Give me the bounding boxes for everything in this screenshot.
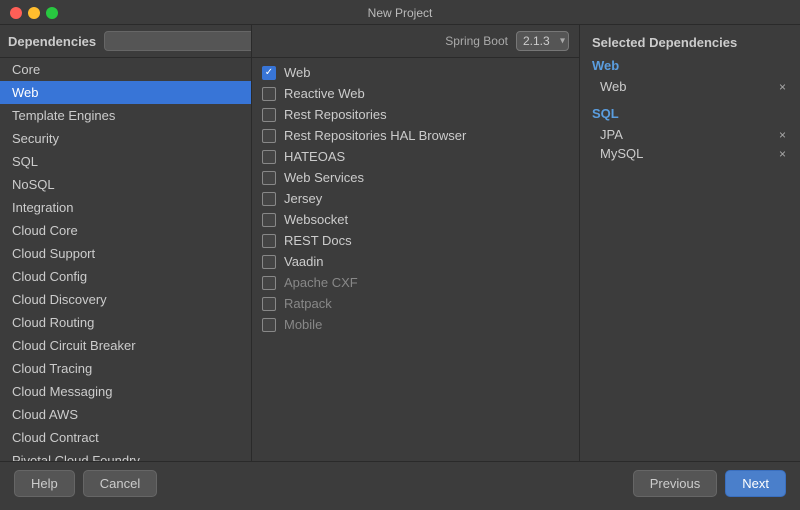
sidebar-item[interactable]: Cloud Tracing [0, 357, 251, 380]
previous-button[interactable]: Previous [633, 470, 718, 497]
dep-label: Vaadin [284, 254, 324, 269]
dep-checkbox[interactable] [262, 276, 276, 290]
spring-boot-version-wrapper: 2.1.3 2.1.2 2.0.9 [516, 31, 569, 51]
dep-checkbox[interactable] [262, 192, 276, 206]
sidebar-header: Dependencies [0, 25, 251, 58]
dep-label: Reactive Web [284, 86, 365, 101]
sidebar-item[interactable]: SQL [0, 150, 251, 173]
dependency-item[interactable]: Websocket [252, 209, 579, 230]
dep-checkbox[interactable] [262, 171, 276, 185]
dep-label: HATEOAS [284, 149, 345, 164]
dependency-item[interactable]: Apache CXF [252, 272, 579, 293]
selected-item-label: Web [600, 79, 627, 94]
selected-group: Web Web × [592, 58, 788, 96]
remove-dependency-button[interactable]: × [777, 147, 788, 161]
selected-item-row: MySQL × [592, 144, 788, 163]
main-content: Dependencies CoreWebTemplate EnginesSecu… [0, 25, 800, 461]
dep-label: Rest Repositories HAL Browser [284, 128, 466, 143]
dependency-item[interactable]: Reactive Web [252, 83, 579, 104]
sidebar-item[interactable]: Cloud Routing [0, 311, 251, 334]
sidebar-item[interactable]: Cloud AWS [0, 403, 251, 426]
dep-label: REST Docs [284, 233, 352, 248]
cancel-button[interactable]: Cancel [83, 470, 157, 497]
selected-group: SQL JPA × MySQL × [592, 106, 788, 163]
sidebar-item[interactable]: Cloud Messaging [0, 380, 251, 403]
dep-label: Web [284, 65, 311, 80]
dependency-item[interactable]: Rest Repositories [252, 104, 579, 125]
dependency-item[interactable]: REST Docs [252, 230, 579, 251]
selected-group-title: Web [592, 58, 788, 73]
dep-checkbox[interactable] [262, 255, 276, 269]
sidebar-item[interactable]: Integration [0, 196, 251, 219]
center-header: Spring Boot 2.1.3 2.1.2 2.0.9 [252, 25, 579, 58]
next-button[interactable]: Next [725, 470, 786, 497]
remove-dependency-button[interactable]: × [777, 128, 788, 142]
selected-group-title: SQL [592, 106, 788, 121]
dep-label: Mobile [284, 317, 322, 332]
dep-checkbox[interactable] [262, 108, 276, 122]
maximize-button[interactable] [46, 7, 58, 19]
dep-label: Ratpack [284, 296, 332, 311]
traffic-lights [10, 7, 58, 19]
dependency-item[interactable]: Vaadin [252, 251, 579, 272]
dependency-item[interactable]: Web [252, 62, 579, 83]
dep-checkbox[interactable] [262, 318, 276, 332]
dep-label: Rest Repositories [284, 107, 387, 122]
sidebar-item[interactable]: Cloud Contract [0, 426, 251, 449]
dep-checkbox[interactable] [262, 150, 276, 164]
dependency-item[interactable]: Jersey [252, 188, 579, 209]
help-button[interactable]: Help [14, 470, 75, 497]
sidebar-item[interactable]: Pivotal Cloud Foundry [0, 449, 251, 461]
center-panel: Spring Boot 2.1.3 2.1.2 2.0.9 Web Reactiv… [252, 25, 580, 461]
dependency-item[interactable]: Web Services [252, 167, 579, 188]
selected-groups-container: Web Web × SQL JPA × MySQL × [592, 58, 788, 163]
sidebar-item[interactable]: Cloud Config [0, 265, 251, 288]
selected-item-row: Web × [592, 77, 788, 96]
selected-item-row: JPA × [592, 125, 788, 144]
dependencies-list: Web Reactive Web Rest Repositories Rest Rep… [252, 58, 579, 461]
dependency-item[interactable]: HATEOAS [252, 146, 579, 167]
dep-checkbox[interactable] [262, 297, 276, 311]
sidebar-item[interactable]: Security [0, 127, 251, 150]
sidebar-item[interactable]: Core [0, 58, 251, 81]
bottom-left-buttons: Help Cancel [14, 470, 157, 497]
bottom-right-buttons: Previous Next [633, 470, 786, 497]
dep-checkbox[interactable] [262, 234, 276, 248]
right-panel: Selected Dependencies WebWeb×SQLJPA×MySQ… [580, 25, 800, 461]
sidebar-item[interactable]: Cloud Support [0, 242, 251, 265]
sidebar: Dependencies CoreWebTemplate EnginesSecu… [0, 25, 252, 461]
dependency-item[interactable]: Mobile [252, 314, 579, 335]
sidebar-item[interactable]: Cloud Discovery [0, 288, 251, 311]
title-bar: New Project [0, 0, 800, 25]
bottom-bar: Help Cancel Previous Next [0, 461, 800, 505]
dep-checkbox[interactable] [262, 87, 276, 101]
dependency-item[interactable]: Rest Repositories HAL Browser [252, 125, 579, 146]
dep-checkbox[interactable] [262, 213, 276, 227]
dep-checkbox[interactable] [262, 129, 276, 143]
selected-item-label: JPA [600, 127, 623, 142]
remove-dependency-button[interactable]: × [777, 80, 788, 94]
dep-label: Websocket [284, 212, 348, 227]
sidebar-item[interactable]: Template Engines [0, 104, 251, 127]
sidebar-item[interactable]: Web [0, 81, 251, 104]
selected-dependencies-title: Selected Dependencies [592, 35, 788, 50]
minimize-button[interactable] [28, 7, 40, 19]
sidebar-item[interactable]: NoSQL [0, 173, 251, 196]
sidebar-list: CoreWebTemplate EnginesSecuritySQLNoSQLI… [0, 58, 251, 461]
spring-boot-version-select[interactable]: 2.1.3 2.1.2 2.0.9 [516, 31, 569, 51]
window-title: New Project [368, 6, 433, 20]
spring-boot-label: Spring Boot [445, 34, 508, 48]
sidebar-item[interactable]: Cloud Core [0, 219, 251, 242]
dep-label: Jersey [284, 191, 322, 206]
sidebar-item[interactable]: Cloud Circuit Breaker [0, 334, 251, 357]
selected-item-label: MySQL [600, 146, 643, 161]
dep-checkbox[interactable] [262, 66, 276, 80]
dep-label: Apache CXF [284, 275, 358, 290]
sidebar-title: Dependencies [8, 34, 96, 49]
close-button[interactable] [10, 7, 22, 19]
search-input[interactable] [104, 31, 252, 51]
dependency-item[interactable]: Ratpack [252, 293, 579, 314]
dep-label: Web Services [284, 170, 364, 185]
